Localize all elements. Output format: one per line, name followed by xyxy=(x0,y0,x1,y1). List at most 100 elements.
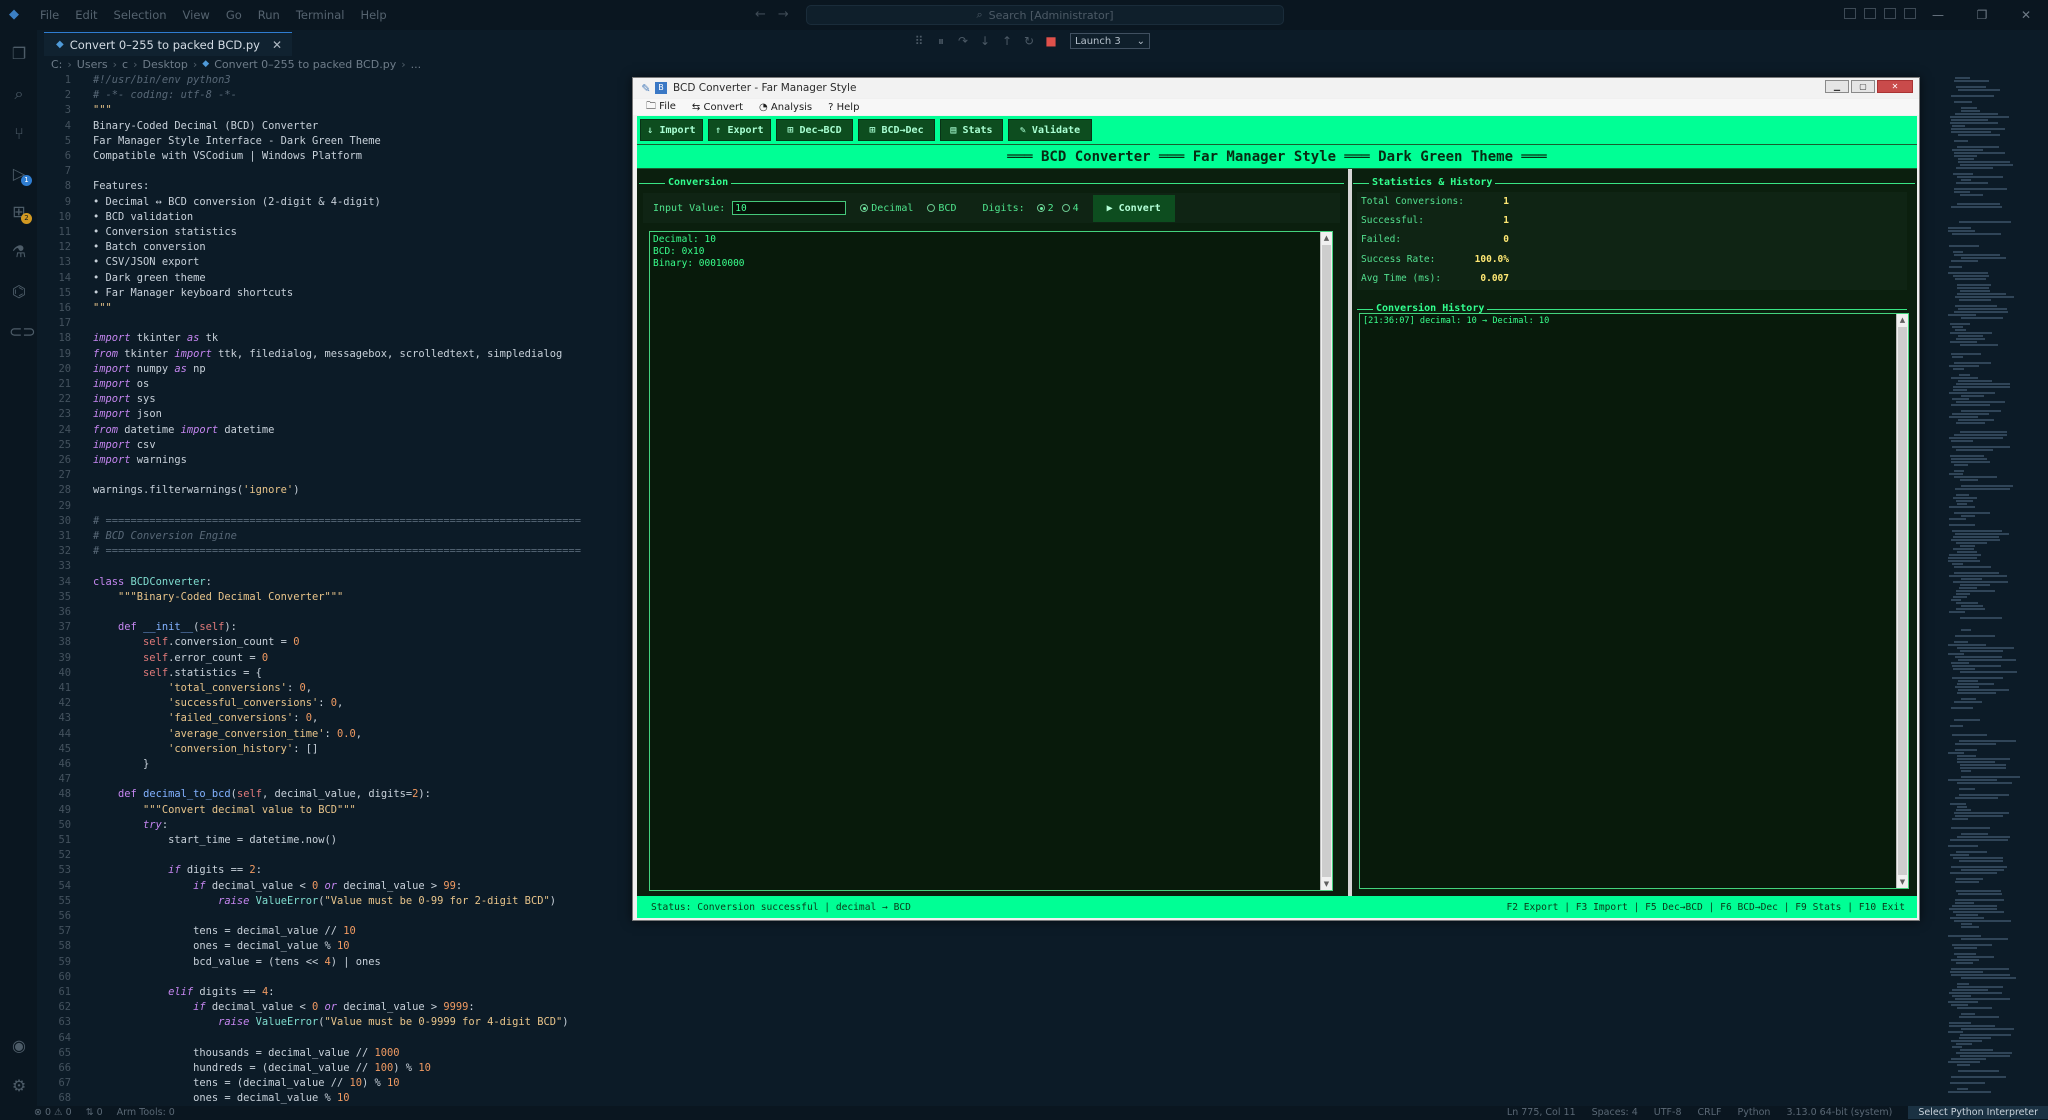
history-textbox[interactable]: [21:36:07] decimal: 10 → Decimal: 10 ▲ ▼ xyxy=(1359,313,1909,889)
python-version[interactable]: 3.13.0 64-bit (system) xyxy=(1786,1107,1892,1118)
code-line[interactable]: 2 # -*- coding: utf-8 -*- xyxy=(37,88,687,103)
validate-button[interactable]: ✎ Validate xyxy=(1008,119,1092,141)
code-line[interactable]: 34 class BCDConverter: xyxy=(37,575,687,590)
code-line[interactable]: 10 • BCD validation xyxy=(37,210,687,225)
code-line[interactable]: 53 if digits == 2: xyxy=(37,863,687,878)
pause-icon[interactable]: ⏸ xyxy=(934,34,948,49)
code-line[interactable]: 27 xyxy=(37,468,687,483)
code-line[interactable]: 8 Features: xyxy=(37,179,687,194)
app-menu-file[interactable]: 🗀 File xyxy=(641,99,681,116)
app-minimize-icon[interactable]: ▁ xyxy=(1825,80,1849,93)
select-interpreter-button[interactable]: Select Python Interpreter xyxy=(1908,1106,2048,1119)
indentation[interactable]: Spaces: 4 xyxy=(1592,1107,1638,1118)
drag-handle-icon[interactable]: ⠿ xyxy=(912,34,926,48)
app-close-icon[interactable]: ✕ xyxy=(1877,80,1913,93)
code-line[interactable]: 12 • Batch conversion xyxy=(37,240,687,255)
source-control-icon[interactable]: ⑂ xyxy=(9,124,29,144)
nav-back-forward-icon[interactable]: ←→ xyxy=(755,7,801,22)
code-line[interactable]: 46 } xyxy=(37,757,687,772)
code-line[interactable]: 66 hundreds = (decimal_value // 100) % 1… xyxy=(37,1061,687,1076)
code-line[interactable]: 24 from datetime import datetime xyxy=(37,423,687,438)
menu-edit[interactable]: Edit xyxy=(67,8,105,22)
extensions-icon[interactable]: ⊞ 2 xyxy=(9,202,32,224)
export-button[interactable]: ⇑ Export xyxy=(708,119,771,141)
command-center-search[interactable]: ⌕ Search [Administrator] xyxy=(806,5,1284,25)
code-line[interactable]: 58 ones = decimal_value % 10 xyxy=(37,939,687,954)
code-line[interactable]: 57 tens = decimal_value // 10 xyxy=(37,924,687,939)
run-debug-icon[interactable]: ▷ 1 xyxy=(9,164,32,186)
restore-icon[interactable]: ❐ xyxy=(1960,0,2004,30)
line-ending[interactable]: CRLF xyxy=(1698,1107,1722,1118)
toggle-primary-sidebar-icon[interactable] xyxy=(1844,8,1856,19)
code-line[interactable]: 60 xyxy=(37,970,687,985)
code-line[interactable]: 30 # ====================================… xyxy=(37,514,687,529)
code-line[interactable]: 26 import warnings xyxy=(37,453,687,468)
code-line[interactable]: 61 elif digits == 4: xyxy=(37,985,687,1000)
menu-go[interactable]: Go xyxy=(218,8,250,22)
code-line[interactable]: 39 self.error_count = 0 xyxy=(37,651,687,666)
manage-gear-icon[interactable]: ⚙ xyxy=(9,1076,29,1096)
breadcrumb-item[interactable]: c xyxy=(122,58,128,71)
code-line[interactable]: 25 import csv xyxy=(37,438,687,453)
code-line[interactable]: 67 tens = (decimal_value // 10) % 10 xyxy=(37,1076,687,1091)
scroll-down-icon[interactable]: ▼ xyxy=(1897,876,1908,888)
code-line[interactable]: 49 """Convert decimal value to BCD""" xyxy=(37,803,687,818)
toggle-icon[interactable]: ⊂⊃ xyxy=(9,322,36,342)
menu-selection[interactable]: Selection xyxy=(106,8,175,22)
code-line[interactable]: 21 import os xyxy=(37,377,687,392)
code-line[interactable]: 52 xyxy=(37,848,687,863)
problems-status[interactable]: ⊗ 0 ⚠ 0 xyxy=(34,1107,72,1118)
menu-terminal[interactable]: Terminal xyxy=(288,8,353,22)
code-line[interactable]: 6 Compatible with VSCodium | Windows Plat… xyxy=(37,149,687,164)
toggle-panel-icon[interactable] xyxy=(1864,8,1876,19)
menu-view[interactable]: View xyxy=(175,8,218,22)
stats-button[interactable]: ▤ Stats xyxy=(940,119,1003,141)
code-line[interactable]: 18 import tkinter as tk xyxy=(37,331,687,346)
code-line[interactable]: 41 'total_conversions': 0, xyxy=(37,681,687,696)
scroll-down-icon[interactable]: ▼ xyxy=(1321,878,1332,890)
remote-explorer-icon[interactable]: ⌬ xyxy=(9,282,29,302)
input-value-field[interactable] xyxy=(732,201,847,215)
step-over-icon[interactable]: ↷ xyxy=(956,34,970,48)
code-line[interactable]: 36 xyxy=(37,605,687,620)
digits-4-radio[interactable]: 4 xyxy=(1061,203,1079,214)
code-line[interactable]: 59 bcd_value = (tens << 4) | ones xyxy=(37,955,687,970)
app-title-bar[interactable]: ✎ B BCD Converter - Far Manager Style ▁ … xyxy=(633,78,1919,98)
scroll-up-icon[interactable]: ▲ xyxy=(1897,314,1908,326)
code-line[interactable]: 20 import numpy as np xyxy=(37,362,687,377)
step-out-icon[interactable]: ↑ xyxy=(1000,34,1014,48)
code-line[interactable]: 9 • Decimal ↔ BCD conversion (2-digit & 4… xyxy=(37,195,687,210)
code-line[interactable]: 23 import json xyxy=(37,407,687,422)
mode-decimal-radio[interactable]: Decimal xyxy=(860,203,913,214)
code-line[interactable]: 56 xyxy=(37,909,687,924)
code-line[interactable]: 55 raise ValueError("Value must be 0-99 … xyxy=(37,894,687,909)
launch-config-select[interactable]: Launch 3 ⌄ xyxy=(1070,33,1150,49)
code-line[interactable]: 33 xyxy=(37,559,687,574)
code-line[interactable]: 43 'failed_conversions': 0, xyxy=(37,711,687,726)
code-line[interactable]: 1 #!/usr/bin/env python3 xyxy=(37,73,687,88)
stop-icon[interactable]: ■ xyxy=(1044,34,1058,48)
code-line[interactable]: 50 try: xyxy=(37,818,687,833)
customize-layout-icon[interactable] xyxy=(1904,8,1916,19)
code-line[interactable]: 38 self.conversion_count = 0 xyxy=(37,635,687,650)
code-line[interactable]: 65 thousands = decimal_value // 1000 xyxy=(37,1046,687,1061)
arm-tools-status[interactable]: Arm Tools: 0 xyxy=(117,1107,175,1118)
testing-icon[interactable]: ⚗ xyxy=(9,242,29,262)
accounts-icon[interactable]: ◉ xyxy=(9,1036,29,1056)
menu-file[interactable]: File xyxy=(32,8,67,22)
mode-bcd-radio[interactable]: BCD xyxy=(927,203,956,214)
code-line[interactable]: 51 start_time = datetime.now() xyxy=(37,833,687,848)
menu-run[interactable]: Run xyxy=(250,8,288,22)
breadcrumb-item[interactable]: Users xyxy=(77,58,108,71)
bcd-to-dec-button[interactable]: ⊞ BCD→Dec xyxy=(858,119,935,141)
code-line[interactable]: 45 'conversion_history': [] xyxy=(37,742,687,757)
menu-help[interactable]: Help xyxy=(352,8,394,22)
code-line[interactable]: 13 • CSV/JSON export xyxy=(37,255,687,270)
ports-status[interactable]: ⇅ 0 xyxy=(86,1107,103,1118)
code-line[interactable]: 15 • Far Manager keyboard shortcuts xyxy=(37,286,687,301)
code-line[interactable]: 14 • Dark green theme xyxy=(37,271,687,286)
encoding[interactable]: UTF-8 xyxy=(1654,1107,1682,1118)
scroll-thumb[interactable] xyxy=(1898,327,1907,875)
dec-to-bcd-button[interactable]: ⊞ Dec→BCD xyxy=(776,119,853,141)
code-line[interactable]: 68 ones = decimal_value % 10 xyxy=(37,1091,687,1106)
